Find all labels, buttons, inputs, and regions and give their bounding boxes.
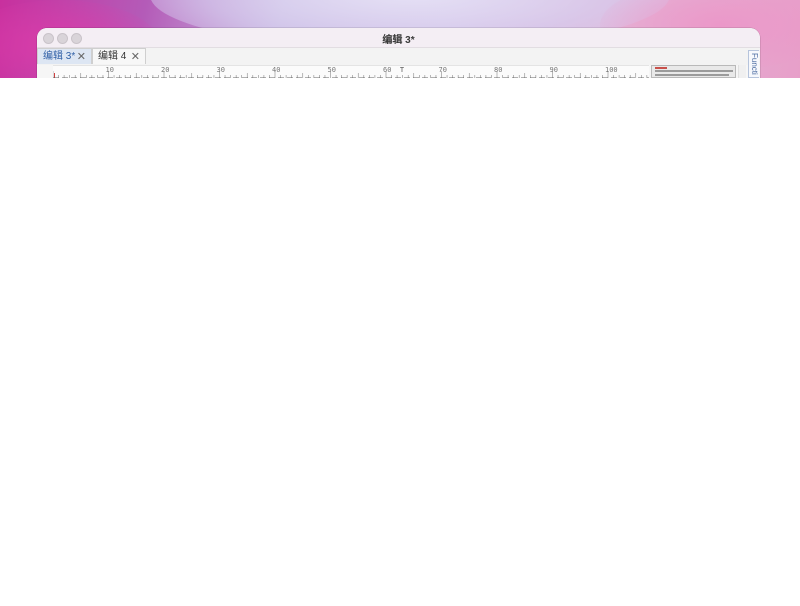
title-bar[interactable]: 编辑 3* (37, 28, 760, 48)
functions-panel-label: Functi (750, 53, 759, 75)
ruler-label: 70 (439, 66, 447, 74)
minimap-line (655, 70, 733, 72)
tab-edit-4[interactable]: 编辑 4 ✕ (92, 48, 146, 64)
tab-bar: 编辑 3* ✕ 编辑 4 ✕ (37, 48, 760, 65)
ruler-label: 60 (383, 66, 391, 74)
ruler-label: 50 (328, 66, 336, 74)
tab-edit-3[interactable]: 编辑 3* ✕ (37, 48, 92, 64)
editor-text-area[interactable] (53, 77, 649, 78)
ruler-label: 40 (272, 66, 280, 74)
desktop-wallpaper: 编辑 3* 编辑 3* ✕ 编辑 4 ✕ 10 20 30 40 50 60 70 80 90 1… (0, 0, 800, 78)
tab-label: 编辑 4 (98, 51, 127, 62)
vertical-scrollbar[interactable] (738, 65, 746, 78)
close-icon[interactable]: ✕ (77, 49, 86, 65)
editor-window: 编辑 3* 编辑 3* ✕ 编辑 4 ✕ 10 20 30 40 50 60 70 80 90 1… (37, 28, 760, 78)
ruler-label: 90 (550, 66, 558, 74)
functions-panel-tab[interactable]: Functi (748, 50, 759, 78)
close-icon[interactable]: ✕ (131, 49, 140, 65)
ruler-label: 20 (161, 66, 169, 74)
ruler-marker: T (400, 66, 405, 74)
ruler-labels: 10 20 30 40 50 60 70 80 90 100 T (106, 66, 618, 74)
minimap-highlight (655, 67, 667, 69)
ruler-label: 100 (605, 66, 618, 74)
window-title: 编辑 3* (382, 35, 415, 46)
minimap[interactable] (651, 65, 736, 78)
minimap-line (655, 74, 729, 76)
ruler-label: 80 (494, 66, 502, 74)
tab-label: 编辑 3* (43, 51, 76, 62)
ruler-label: 10 (106, 66, 114, 74)
ruler-label: 30 (217, 66, 225, 74)
